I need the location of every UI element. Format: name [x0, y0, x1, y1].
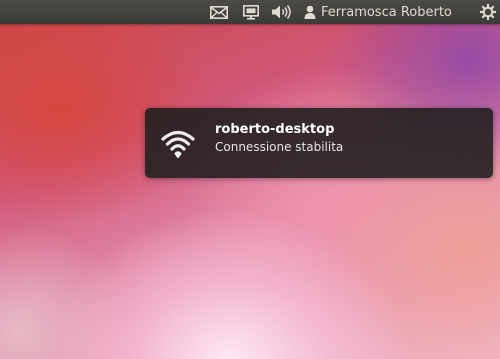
- wifi-icon: [161, 130, 195, 158]
- gear-icon: [480, 4, 496, 20]
- envelope-icon: [210, 5, 228, 19]
- desktop-wallpaper: [0, 0, 500, 359]
- top-panel: Ferramosca Roberto: [0, 0, 500, 24]
- session-menu[interactable]: [478, 0, 498, 24]
- notification-bubble: roberto-desktop Connessione stabilita: [145, 108, 493, 178]
- display-icon: [243, 4, 259, 20]
- display-indicator[interactable]: [240, 0, 262, 24]
- user-menu[interactable]: Ferramosca Roberto: [304, 0, 470, 24]
- messaging-indicator[interactable]: [208, 0, 230, 24]
- sound-indicator[interactable]: [270, 0, 294, 24]
- user-name-label: Ferramosca Roberto: [321, 4, 452, 20]
- notification-body: Connessione stabilita: [215, 140, 344, 154]
- speaker-icon: [272, 5, 291, 19]
- notification-title: roberto-desktop: [215, 122, 335, 137]
- person-icon: [304, 5, 316, 19]
